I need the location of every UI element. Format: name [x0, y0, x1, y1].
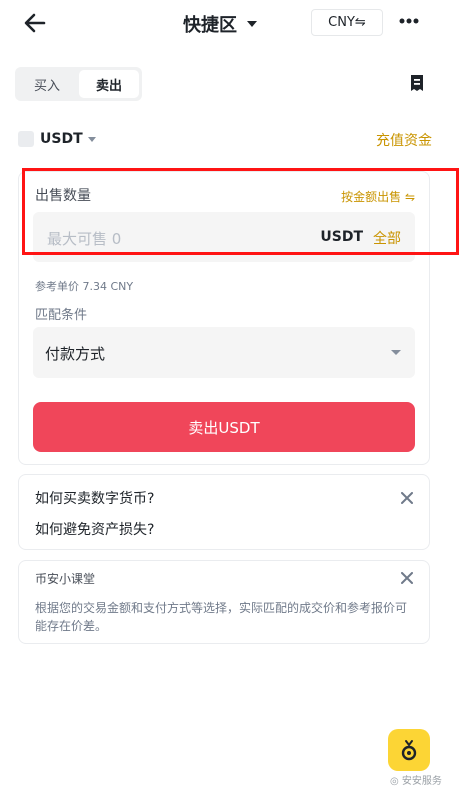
match-conditions-label: 匹配条件 — [35, 308, 88, 323]
highlight-annotation-box — [22, 168, 459, 255]
buy-sell-tabs: 买入 卖出 — [15, 67, 142, 101]
page-title: 快捷区 — [183, 15, 237, 36]
more-dots-icon[interactable] — [399, 18, 419, 24]
payment-method-select[interactable]: 付款方式 — [33, 327, 415, 378]
coin-label[interactable]: USDT — [40, 131, 83, 147]
close-icon[interactable] — [401, 572, 413, 584]
tips-card: 币安小课堂 根据您的交易金额和支付方式等选择，实际匹配的成交价和参考报价可能存在… — [18, 560, 430, 644]
payment-method-label: 付款方式 — [45, 345, 106, 363]
tips-title: 币安小课堂 — [35, 572, 96, 586]
tab-sell[interactable]: 卖出 — [79, 70, 139, 98]
faq-link-avoid-loss[interactable]: 如何避免资产损失? — [35, 519, 154, 539]
support-float-button[interactable] — [388, 729, 430, 771]
top-bar: 快捷区 CNY⇋ — [0, 0, 469, 46]
watermark-label: ◎ 安安服务 — [390, 776, 442, 787]
deposit-funds-link[interactable]: 充值资金 — [376, 130, 432, 150]
tab-buy[interactable]: 买入 — [18, 70, 76, 98]
page-title-selector[interactable]: 快捷区 — [183, 11, 257, 37]
caret-down-icon — [247, 21, 257, 27]
reference-price: 参考单价 7.34 CNY — [35, 280, 134, 293]
orders-icon[interactable] — [408, 74, 426, 92]
coin-checkbox[interactable] — [18, 131, 34, 147]
close-icon[interactable] — [401, 492, 413, 504]
coin-selector-row: USDT 充值资金 — [18, 128, 438, 152]
faq-link-buy-sell[interactable]: 如何买卖数字货币? — [35, 488, 154, 508]
caret-down-icon — [391, 350, 401, 355]
tips-body: 根据您的交易金额和支付方式等选择，实际匹配的成交价和参考报价可能存在价差。 — [35, 601, 408, 633]
support-icon — [401, 740, 417, 761]
faq-card: 如何买卖数字货币? 如何避免资产损失? — [18, 474, 430, 550]
sell-usdt-button[interactable]: 卖出USDT — [33, 402, 415, 452]
caret-down-icon[interactable] — [88, 137, 96, 142]
currency-switch-button[interactable]: CNY⇋ — [311, 9, 383, 36]
back-arrow-icon[interactable] — [22, 10, 48, 36]
